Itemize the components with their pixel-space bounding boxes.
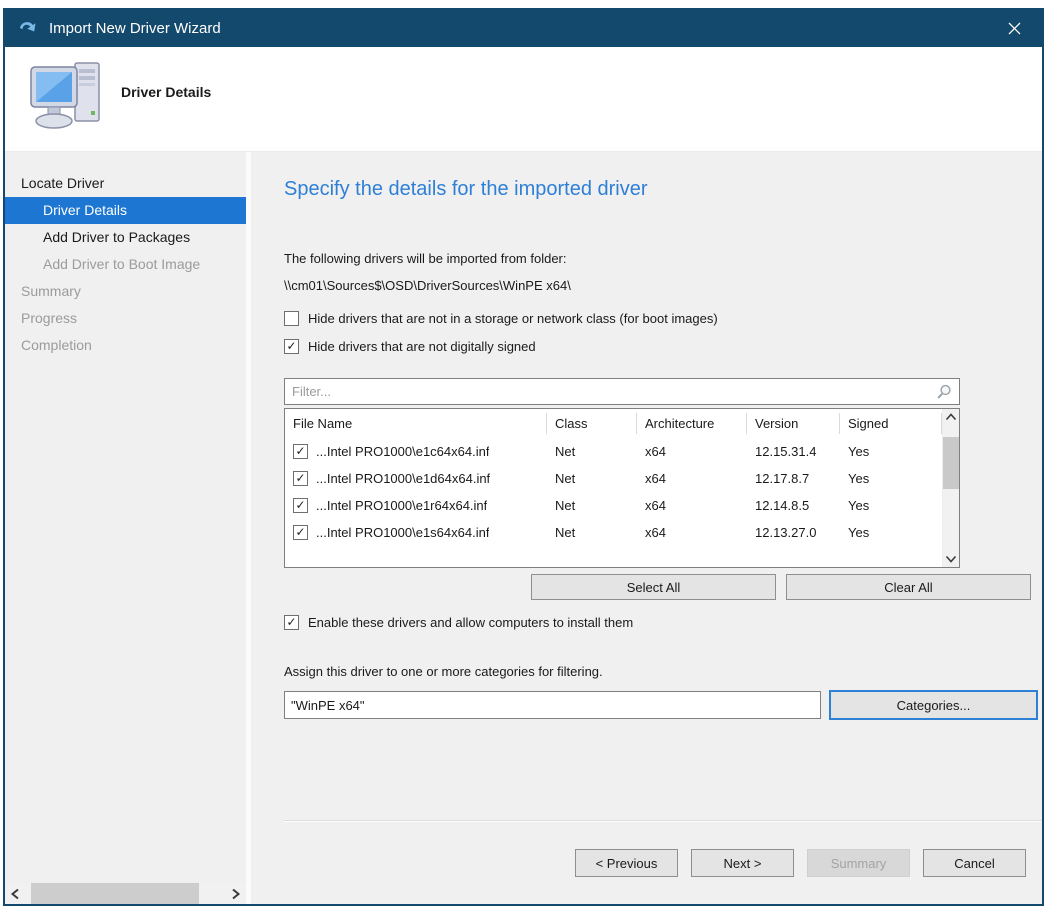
vertical-scrollbar-thumb[interactable] — [943, 437, 959, 489]
row-checkbox[interactable]: ✓ — [293, 525, 308, 540]
col-file-name[interactable]: File Name — [285, 413, 547, 434]
architecture-cell: x64 — [637, 525, 747, 540]
wizard-body: Locate Driver Driver Details Add Driver … — [5, 152, 1042, 904]
cancel-button[interactable]: Cancel — [923, 849, 1026, 877]
enable-drivers-label: Enable these drivers and allow computers… — [308, 615, 633, 630]
table-vertical-scrollbar[interactable] — [942, 409, 959, 567]
vertical-scrollbar-track[interactable] — [943, 489, 959, 551]
file-name-cell: ...Intel PRO1000\e1r64x64.inf — [316, 498, 487, 513]
step-completion: Completion — [5, 332, 246, 359]
computer-icon — [29, 57, 107, 141]
class-cell: Net — [547, 525, 637, 540]
col-signed[interactable]: Signed — [840, 413, 942, 434]
class-cell: Net — [547, 498, 637, 513]
signed-cell: Yes — [840, 498, 942, 513]
title-bar: Import New Driver Wizard — [5, 10, 1042, 47]
select-all-button[interactable]: Select All — [531, 574, 776, 600]
category-field-row: Categories... — [284, 690, 1042, 720]
wizard-window: Import New Driver Wizard Driver Details … — [3, 8, 1044, 906]
architecture-cell: x64 — [637, 498, 747, 513]
table-row[interactable]: ✓ ...Intel PRO1000\e1c64x64.inf Net x64 … — [285, 438, 942, 465]
close-icon[interactable] — [987, 10, 1042, 47]
filter-placeholder: Filter... — [292, 384, 936, 399]
main-content: Specify the details for the imported dri… — [251, 152, 1042, 904]
signed-cell: Yes — [840, 471, 942, 486]
hide-storage-checkbox-row: ✓ Hide drivers that are not in a storage… — [284, 311, 1042, 326]
table-row[interactable]: ✓ ...Intel PRO1000\e1d64x64.inf Net x64 … — [285, 465, 942, 492]
hide-unsigned-checkbox-row: ✓ Hide drivers that are not digitally si… — [284, 339, 1042, 354]
sidebar-horizontal-scrollbar[interactable] — [5, 883, 246, 904]
driver-table: File Name Class Architecture Version Sig… — [284, 408, 960, 568]
wizard-arrow-icon — [18, 19, 38, 39]
assign-category-label: Assign this driver to one or more catego… — [284, 664, 1042, 679]
window-title: Import New Driver Wizard — [49, 20, 221, 37]
category-input[interactable] — [284, 691, 821, 719]
class-cell: Net — [547, 444, 637, 459]
enable-drivers-checkbox-row: ✓ Enable these drivers and allow compute… — [284, 615, 1042, 630]
col-version[interactable]: Version — [747, 413, 840, 434]
wizard-steps-sidebar: Locate Driver Driver Details Add Driver … — [5, 152, 246, 904]
hide-unsigned-checkbox[interactable]: ✓ — [284, 339, 299, 354]
file-name-cell: ...Intel PRO1000\e1c64x64.inf — [316, 444, 489, 459]
enable-drivers-checkbox[interactable]: ✓ — [284, 615, 299, 630]
version-cell: 12.14.8.5 — [747, 498, 840, 513]
scroll-right-icon[interactable] — [226, 883, 246, 904]
table-row[interactable]: ✓ ...Intel PRO1000\e1s64x64.inf Net x64 … — [285, 519, 942, 546]
driver-table-header: File Name Class Architecture Version Sig… — [285, 409, 942, 438]
scroll-up-icon[interactable] — [943, 409, 959, 425]
horizontal-scrollbar-thumb[interactable] — [31, 883, 199, 904]
file-name-cell: ...Intel PRO1000\e1d64x64.inf — [316, 471, 490, 486]
folder-path: \\cm01\Sources$\OSD\DriverSources\WinPE … — [284, 278, 1042, 293]
clear-all-button[interactable]: Clear All — [786, 574, 1031, 600]
intro-text: The following drivers will be imported f… — [284, 251, 1042, 266]
col-class[interactable]: Class — [547, 413, 637, 434]
step-add-driver-to-packages: Add Driver to Packages — [5, 224, 246, 251]
content-heading: Specify the details for the imported dri… — [284, 178, 1042, 201]
categories-button[interactable]: Categories... — [829, 690, 1038, 720]
col-architecture[interactable]: Architecture — [637, 413, 747, 434]
architecture-cell: x64 — [637, 471, 747, 486]
wizard-footer: < Previous Next > Summary Cancel — [284, 821, 1042, 904]
summary-button: Summary — [807, 849, 910, 877]
next-button[interactable]: Next > — [691, 849, 794, 877]
search-icon — [936, 384, 952, 400]
wizard-header: Driver Details — [5, 47, 1042, 152]
previous-button[interactable]: < Previous — [575, 849, 678, 877]
row-checkbox[interactable]: ✓ — [293, 471, 308, 486]
version-cell: 12.13.27.0 — [747, 525, 840, 540]
class-cell: Net — [547, 471, 637, 486]
signed-cell: Yes — [840, 444, 942, 459]
scroll-left-icon[interactable] — [5, 883, 25, 904]
file-name-cell: ...Intel PRO1000\e1s64x64.inf — [316, 525, 489, 540]
step-driver-details: Driver Details — [5, 197, 246, 224]
step-locate-driver: Locate Driver — [5, 170, 246, 197]
hide-unsigned-label: Hide drivers that are not digitally sign… — [308, 339, 536, 354]
hide-storage-checkbox[interactable]: ✓ — [284, 311, 299, 326]
filter-input[interactable]: Filter... — [284, 378, 960, 405]
select-buttons-row: Select All Clear All — [284, 574, 1031, 600]
step-add-driver-to-boot-image: Add Driver to Boot Image — [5, 251, 246, 278]
architecture-cell: x64 — [637, 444, 747, 459]
hide-storage-label: Hide drivers that are not in a storage o… — [308, 311, 718, 326]
step-summary: Summary — [5, 278, 246, 305]
version-cell: 12.17.8.7 — [747, 471, 840, 486]
table-row[interactable]: ✓ ...Intel PRO1000\e1r64x64.inf Net x64 … — [285, 492, 942, 519]
signed-cell: Yes — [840, 525, 942, 540]
scroll-down-icon[interactable] — [943, 551, 959, 567]
page-title: Driver Details — [121, 84, 211, 100]
step-progress: Progress — [5, 305, 246, 332]
horizontal-scrollbar-track[interactable] — [199, 883, 226, 904]
row-checkbox[interactable]: ✓ — [293, 444, 308, 459]
row-checkbox[interactable]: ✓ — [293, 498, 308, 513]
version-cell: 12.15.31.4 — [747, 444, 840, 459]
